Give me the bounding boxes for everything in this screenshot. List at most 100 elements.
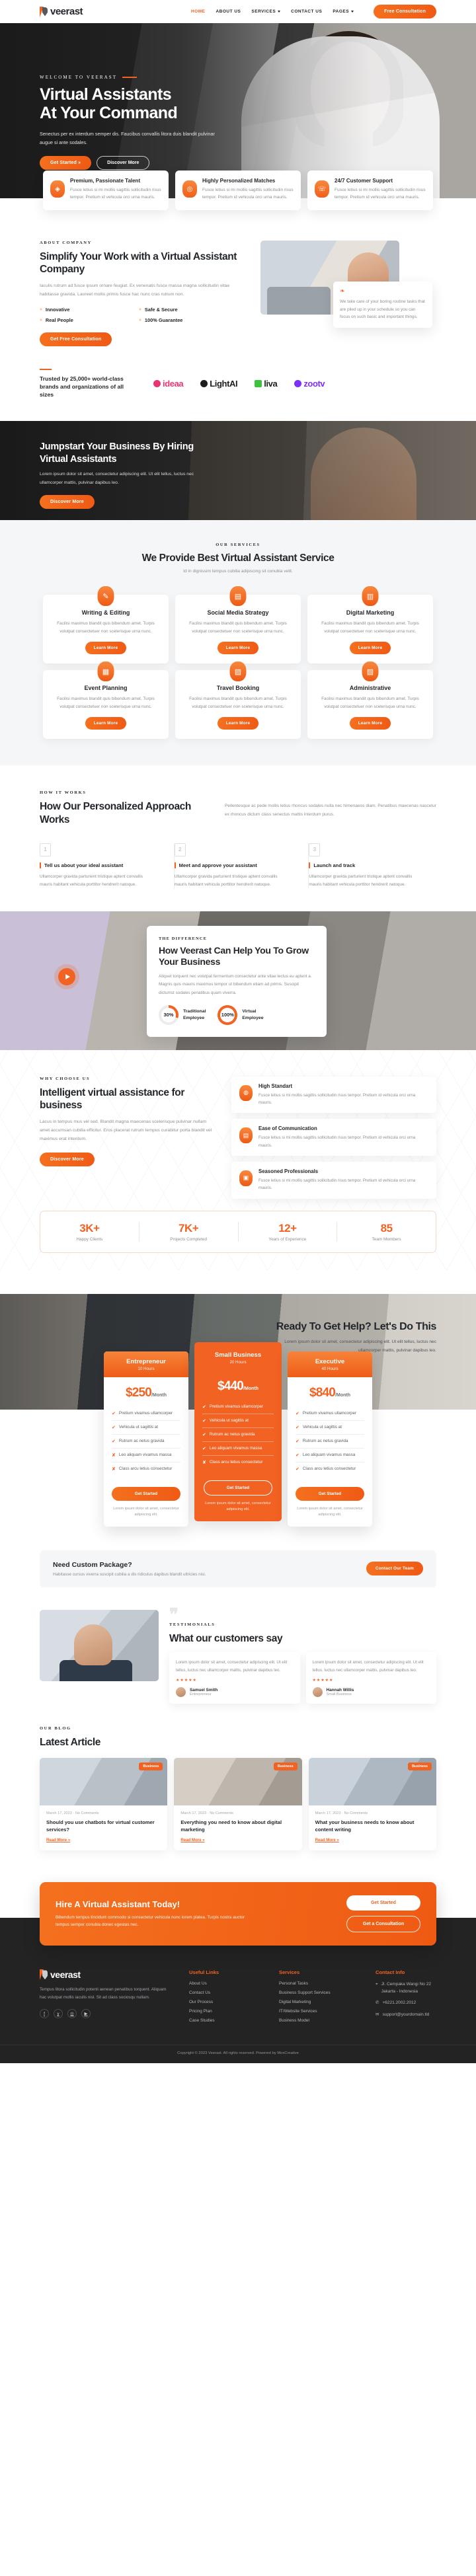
footer-link[interactable]: Case Studies	[189, 2018, 262, 2023]
youtube-icon[interactable]: ▶	[81, 2009, 91, 2019]
feature-card[interactable]: ◎ Highly Personalized Matches Fusce letiu…	[175, 170, 301, 210]
footer-link[interactable]: About Us	[189, 1981, 262, 1986]
contact-our-team-button[interactable]: Contact Our Team	[366, 1562, 423, 1576]
hire-get-consultation-button[interactable]: Get a Consultation	[346, 1916, 420, 1933]
nav-item-home[interactable]: HOME	[191, 9, 206, 14]
service-learn-more-button[interactable]: Learn More	[349, 642, 391, 655]
plan-feature: ✘ Leo aliquam vivamus massa	[112, 1449, 180, 1462]
brand-logo[interactable]: veerast	[40, 6, 83, 17]
footer-email[interactable]: ✉ support@yourdomain.tld	[376, 2012, 436, 2018]
service-card[interactable]: ▦ Event Planning Facilisi maximus blandi…	[43, 662, 169, 739]
brand-logo-label: ideaa	[163, 378, 184, 389]
get-started-button[interactable]: Get Started »	[40, 156, 92, 170]
service-card[interactable]: ▥ Digital Marketing Facilisi maximus bla…	[307, 586, 433, 664]
blog-tag: Business	[139, 1762, 163, 1771]
service-learn-more-button[interactable]: Learn More	[349, 717, 391, 730]
play-button-icon[interactable]	[58, 967, 75, 985]
get-free-consultation-button[interactable]: Get Free Consultation	[40, 332, 112, 346]
progress-ring-icon: 30%	[159, 1004, 178, 1025]
testimonial-name: Hannah Willis	[326, 1688, 354, 1693]
nav-item-contact-us[interactable]: CONTACT US	[291, 9, 322, 14]
nav-label: PAGES	[333, 9, 350, 14]
custom-package-section: Need Custom Package? Habitasse cursus vi…	[40, 1550, 436, 1587]
testimonials-section: ❞ TESTIMONIALS What our customers say Lo…	[40, 1587, 436, 1723]
blog-card[interactable]: Business March 17, 2023 · No Comments Sh…	[40, 1758, 168, 1851]
plan-get-started-button[interactable]: Get Started	[204, 1480, 272, 1496]
brand-logo-label: LightAI	[210, 378, 238, 389]
ring-label: Traditional Employee	[183, 1008, 206, 1022]
why-card[interactable]: ▤ Ease of Communication Fusce letius si m…	[231, 1119, 436, 1156]
twitter-icon[interactable]: y	[54, 2009, 63, 2019]
footer-link[interactable]: Business Model	[279, 2018, 358, 2023]
blog-read-more-link[interactable]: Read More »	[46, 1838, 70, 1842]
about-check-item: » 100% Guarantee	[139, 317, 238, 323]
discover-more-button[interactable]: Discover More	[97, 156, 150, 170]
target-icon: ◎	[182, 180, 197, 198]
blog-read-more-link[interactable]: Read More »	[180, 1838, 204, 1842]
nav-item-about-us[interactable]: ABOUT US	[216, 9, 241, 14]
brand-logo-label: liva	[264, 378, 278, 389]
service-card[interactable]: ▨ Administrative Facilisi maximus blandi…	[307, 662, 433, 739]
service-learn-more-button[interactable]: Learn More	[85, 642, 127, 655]
why-card-title: Seasoned Professionals	[258, 1168, 319, 1174]
why-card[interactable]: ◍ High Standart Fusce letius si mi mollis…	[231, 1076, 436, 1114]
hire-title: Hire A Virtual Assistant Today!	[56, 1899, 180, 1909]
footer-link[interactable]: IT/Website Services	[279, 2009, 358, 2014]
service-desc: Facilisi maximus blandit quis bibendum a…	[189, 621, 287, 634]
cta-discover-more-button[interactable]: Discover More	[40, 495, 95, 510]
footer-link[interactable]: Personal Tasks	[279, 1981, 358, 1986]
chart-icon: ▥	[362, 586, 379, 607]
service-card[interactable]: ▤ Social Media Strategy Facilisi maximus…	[175, 586, 301, 664]
about-note-card: ❧ We take care of your boring routine ta…	[333, 281, 432, 328]
how-step: 1 Tell us about your ideal assistant Ull…	[40, 843, 167, 889]
blog-card[interactable]: Business March 17, 2023 · No Comments Ev…	[174, 1758, 302, 1851]
feature-title: Premium, Passionate Talent	[70, 178, 141, 184]
free-consultation-button[interactable]: Free Consultation	[374, 5, 436, 19]
footer-phone[interactable]: ✆ +6221.2002.2012	[376, 2000, 436, 2006]
pricing-plan-small-business[interactable]: Small Business 20 Hours $440/Month ✔ Preti…	[194, 1342, 282, 1521]
footer-link[interactable]: Digital Marketing	[279, 2000, 358, 2004]
hire-get-started-button[interactable]: Get Started	[346, 1895, 420, 1911]
plan-feature: ✔ Vehicula ut sagittis at	[296, 1421, 364, 1435]
why-discover-more-button[interactable]: Discover More	[40, 1152, 95, 1166]
footer-link[interactable]: Contact Us	[189, 1990, 262, 1995]
why-card[interactable]: ▣ Seasoned Professionals Fusce letius si …	[231, 1161, 436, 1199]
plan-features: ✔ Pretium vivamus ullamcorper ✔ Vehicula u…	[104, 1407, 188, 1480]
service-learn-more-button[interactable]: Learn More	[217, 717, 259, 730]
blog-tag: Business	[408, 1762, 432, 1771]
hero-kicker-text: WELCOME TO VEERAST	[40, 75, 118, 80]
services-section: OUR SERVICES We Provide Best Virtual Ass…	[0, 520, 476, 766]
plan-get-started-button[interactable]: Get Started	[296, 1486, 364, 1501]
stat-label: Team Members	[372, 1236, 401, 1242]
service-learn-more-button[interactable]: Learn More	[85, 717, 127, 730]
monitor-icon: ▤	[229, 586, 247, 607]
check-icon: ✔	[296, 1453, 299, 1458]
testimonial-name: Samuel Smith	[190, 1688, 218, 1693]
plan-feature: ✔ Rutrum ac netus gravida	[112, 1435, 180, 1449]
blog-card[interactable]: Business March 17, 2023 · No Comments Wh…	[308, 1758, 436, 1851]
plan-get-started-button[interactable]: Get Started	[112, 1486, 180, 1501]
footer-logo[interactable]: veerast	[40, 1969, 172, 1981]
chevron-down-icon	[278, 11, 281, 13]
feature-card[interactable]: ◈ Premium, Passionate Talent Fusce letius…	[43, 170, 169, 210]
check-label: Real People	[45, 317, 73, 323]
feature-card[interactable]: ☏ 24/7 Customer Support Fusce letius si m…	[307, 170, 433, 210]
step-number-icon: 1	[40, 843, 51, 856]
facebook-icon[interactable]: f	[40, 2009, 49, 2019]
blog-meta: March 17, 2023 · No Comments	[180, 1811, 233, 1816]
instagram-icon[interactable]: ◎	[67, 2009, 77, 2019]
footer-link[interactable]: Business Support Services	[279, 1990, 358, 1995]
footer-link[interactable]: Pricing Plan	[189, 2009, 262, 2014]
feature-desc: Fusce letius si mi mollis sagittis solli…	[335, 188, 426, 200]
nav-item-services[interactable]: SERVICES	[251, 9, 281, 14]
service-card[interactable]: ✎ Writing & Editing Facilisi maximus bla…	[43, 586, 169, 664]
pricing-plan-executive[interactable]: Executive 40 Hours $840/Month ✔ Pretium vi…	[288, 1351, 372, 1527]
pricing-plan-entrepreneur[interactable]: Entrepreneur 10 Hours $250/Month ✔ Pretium…	[104, 1351, 188, 1527]
footer-link[interactable]: Our Process	[189, 2000, 262, 2004]
nav-item-pages[interactable]: PAGES	[333, 9, 354, 14]
service-name: Writing & Editing	[81, 609, 130, 617]
service-card[interactable]: ▧ Travel Booking Facilisi maximus blandi…	[175, 662, 301, 739]
service-learn-more-button[interactable]: Learn More	[217, 642, 259, 655]
step-number-icon: 3	[309, 843, 321, 856]
blog-read-more-link[interactable]: Read More »	[315, 1838, 339, 1842]
